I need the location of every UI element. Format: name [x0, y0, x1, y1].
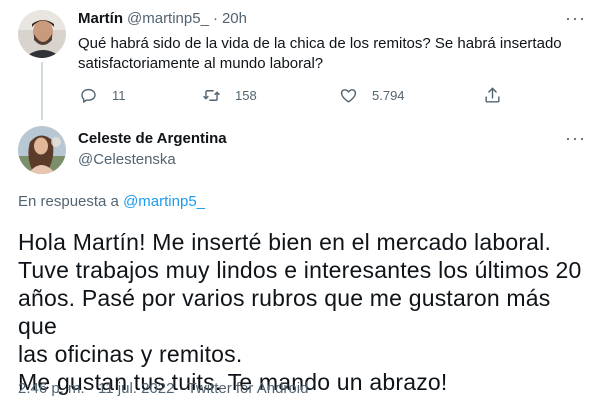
tweet2-author-handle[interactable]: @Celestenska: [78, 151, 176, 168]
reply-prefix: En respuesta a: [18, 193, 119, 210]
retweet-icon: [203, 90, 220, 101]
share-icon: [485, 87, 500, 103]
reply-count: 11: [112, 88, 126, 103]
tweet2-timestamp[interactable]: 2:46 p. m. · 11 jul. 2022 · Twitter for …: [18, 380, 308, 397]
tweet2-author-name[interactable]: Celeste de Argentina: [78, 130, 227, 147]
share-button[interactable]: [483, 86, 502, 105]
thread-line: [41, 62, 43, 120]
tweet1-author-name[interactable]: Martín: [78, 10, 123, 27]
tweet2-text-line: Hola Martín! Me inserté bien en el merca…: [18, 229, 552, 255]
tweet1-author-handle[interactable]: @martinp5_: [127, 10, 209, 27]
tweet1-separator: ·: [212, 10, 218, 27]
tweet1-text: Qué habrá sido de la vida de la chica de…: [78, 35, 562, 72]
reply-icon: [81, 88, 96, 104]
martin-avatar[interactable]: [18, 10, 66, 58]
reply-context: En respuesta a @martinp5_: [18, 193, 205, 210]
tweet2-text-line: Tuve trabajos muy lindos e interesantes …: [18, 257, 582, 283]
like-button[interactable]: 5.794: [339, 86, 405, 105]
tweet2-text-line: las oficinas y remitos.: [18, 341, 243, 367]
retweet-count: 158: [235, 88, 257, 103]
heart-icon: [340, 89, 357, 103]
tweet2-text: Hola Martín! Me inserté bien en el merca…: [18, 228, 593, 396]
celeste-avatar[interactable]: [18, 126, 66, 174]
like-count: 5.794: [372, 88, 405, 103]
tweet2-text-line: años. Pasé por varios rubros que me gust…: [18, 285, 551, 339]
tweet2-more-button[interactable]: ···: [565, 128, 586, 149]
retweet-button[interactable]: 158: [202, 86, 257, 105]
reply-button[interactable]: 11: [79, 86, 126, 105]
tweet1-time[interactable]: 20h: [222, 10, 247, 27]
tweet1-more-button[interactable]: ···: [565, 8, 586, 29]
reply-handle-link[interactable]: @martinp5_: [123, 193, 205, 210]
